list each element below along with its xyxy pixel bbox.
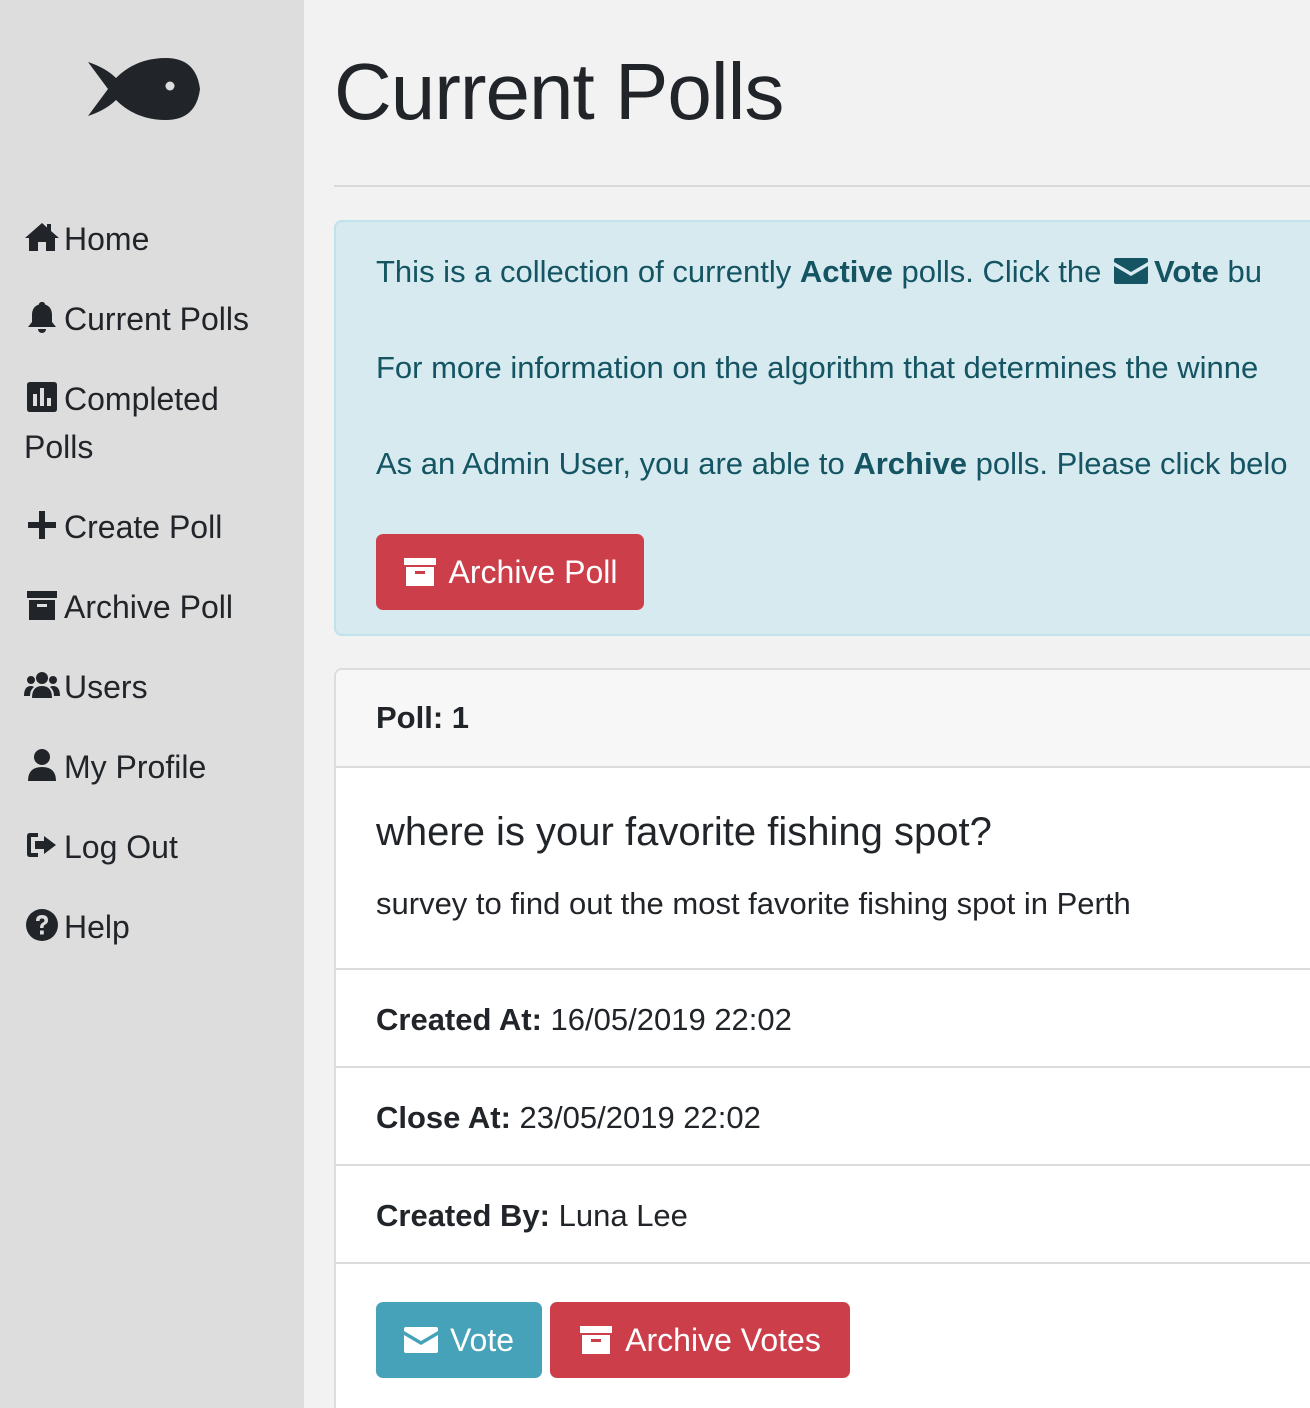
archive-votes-button[interactable]: Archive Votes — [550, 1302, 850, 1378]
alert-bold-archive: Archive — [853, 446, 968, 481]
close-at-value: 23/05/2019 22:02 — [510, 1100, 761, 1135]
sidebar-item-completed-polls[interactable]: Completed Polls — [24, 375, 294, 471]
sidebar-item-archive-poll[interactable]: Archive Poll — [24, 583, 294, 631]
created-at: Created At: 16/05/2019 22:02 — [376, 1002, 792, 1038]
alert-line-1: This is a collection of currently Active… — [376, 254, 1262, 290]
archive-icon — [580, 1326, 613, 1354]
sidebar-item-home[interactable]: Home — [24, 215, 294, 263]
sidebar-item-users[interactable]: Users — [24, 663, 294, 711]
alert-text: polls. Click the — [892, 254, 1110, 289]
alert-text: bu — [1218, 254, 1262, 289]
divider — [336, 1066, 1310, 1068]
sidebar-item-label: My Profile — [64, 749, 207, 785]
poll-card: Poll: 1 where is your favorite fishing s… — [334, 668, 1310, 1408]
divider — [336, 1262, 1310, 1264]
sidebar-item-current-polls[interactable]: Current Polls — [24, 295, 294, 343]
info-alert: This is a collection of currently Active… — [334, 220, 1310, 636]
created-by-value: Luna Lee — [550, 1198, 688, 1233]
created-by: Created By: Luna Lee — [376, 1198, 688, 1234]
poll-question: where is your favorite fishing spot? — [376, 810, 992, 854]
alert-line-3: As an Admin User, you are able to Archiv… — [376, 446, 1288, 482]
sidebar-item-my-profile[interactable]: My Profile — [24, 743, 294, 791]
sidebar-item-label: Home — [64, 221, 150, 257]
sidebar-item-label: Help — [64, 909, 130, 945]
button-label: Archive Votes — [625, 1321, 821, 1358]
users-icon — [24, 667, 64, 699]
alert-bold-active: Active — [799, 254, 893, 289]
bell-icon — [24, 299, 64, 333]
main-content: Current Polls This is a collection of cu… — [304, 0, 1310, 1408]
fish-icon[interactable] — [86, 56, 202, 122]
archive-poll-button[interactable]: Archive Poll — [376, 534, 644, 610]
chart-icon — [24, 379, 64, 412]
sidebar-item-label-line2: Polls — [24, 429, 94, 465]
divider — [336, 968, 1310, 970]
vote-button[interactable]: Vote — [376, 1302, 542, 1378]
page-title: Current Polls — [334, 47, 784, 136]
poll-description: survey to find out the most favorite fis… — [376, 886, 1131, 921]
alert-text: This is a collection of currently — [376, 254, 800, 289]
sidebar-item-create-poll[interactable]: Create Poll — [24, 503, 294, 551]
sign-out-icon — [24, 827, 64, 859]
plus-icon — [24, 507, 64, 539]
close-at: Close At: 23/05/2019 22:02 — [376, 1100, 761, 1136]
envelope-icon — [1113, 258, 1148, 284]
alert-bold-vote: Vote — [1153, 254, 1219, 289]
divider — [334, 185, 1310, 187]
sidebar: Home Current Polls Completed Polls Create… — [0, 0, 304, 1408]
sidebar-item-label: Users — [64, 669, 148, 705]
sidebar-item-label: Archive Poll — [64, 589, 233, 625]
home-icon — [24, 219, 64, 251]
sidebar-item-label: Completed — [64, 381, 219, 417]
envelope-icon — [403, 1327, 438, 1353]
divider — [336, 1164, 1310, 1166]
sidebar-item-label: Create Poll — [64, 509, 223, 545]
alert-line-2: For more information on the algorithm th… — [376, 350, 1259, 385]
user-icon — [24, 747, 64, 781]
button-label: Vote — [449, 1321, 515, 1358]
created-at-label: Created At: — [376, 1002, 542, 1037]
poll-card-header: Poll: 1 — [336, 670, 1310, 768]
button-label: Archive Poll — [448, 553, 618, 590]
archive-icon — [403, 558, 436, 586]
close-at-label: Close At: — [376, 1100, 511, 1135]
created-by-label: Created By: — [376, 1198, 550, 1233]
poll-number: Poll: 1 — [376, 700, 470, 735]
sidebar-item-help[interactable]: Help — [24, 903, 294, 951]
alert-text: polls. Please click belo — [967, 446, 1288, 481]
question-icon — [24, 907, 64, 941]
sidebar-item-label: Log Out — [64, 829, 178, 865]
sidebar-item-log-out[interactable]: Log Out — [24, 823, 294, 871]
alert-text: As an Admin User, you are able to — [376, 446, 854, 481]
created-at-value: 16/05/2019 22:02 — [541, 1002, 792, 1037]
sidebar-item-label: Current Polls — [64, 301, 249, 337]
archive-icon — [24, 587, 64, 620]
